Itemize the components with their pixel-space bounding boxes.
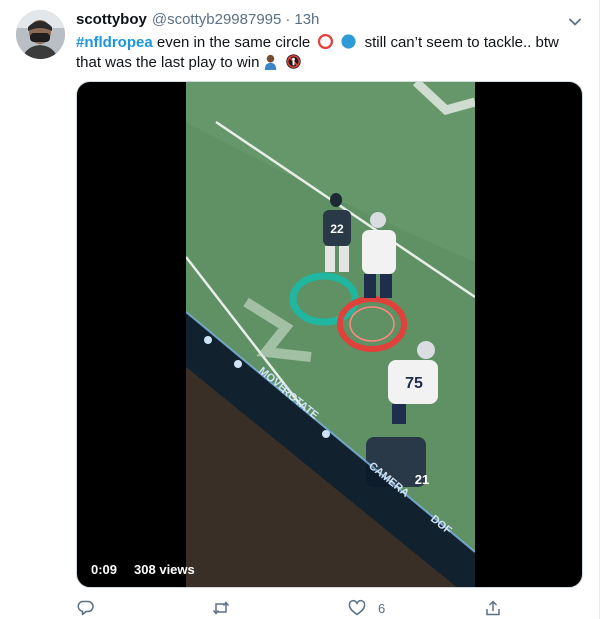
tweet-header: scottyboy @scottyb29987995 · 13h [76, 11, 319, 31]
hashtag-link[interactable]: #nfldropea [76, 34, 153, 51]
avatar[interactable] [16, 10, 65, 59]
share-icon [486, 600, 500, 616]
retweet-icon [212, 601, 230, 615]
user-handle[interactable]: @scottyb29987995 [152, 11, 282, 28]
like-button[interactable]: 6 [348, 597, 385, 619]
retweet-button[interactable] [212, 597, 230, 619]
share-button[interactable] [484, 597, 502, 619]
svg-text:21: 21 [415, 472, 429, 487]
video-player[interactable]: 22 75 21 MOVE ROTATE CAMERA DOF 0:09 308… [76, 81, 583, 588]
blue-circle-emoji [341, 34, 357, 49]
svg-text:22: 22 [330, 222, 344, 236]
like-count: 6 [378, 600, 386, 616]
reply-button[interactable] [76, 597, 94, 619]
action-bar: 6 [76, 597, 506, 619]
video-meta: 0:09 308 views [91, 562, 195, 577]
separator-dot: · [285, 11, 291, 28]
timestamp[interactable]: 13h [294, 11, 319, 28]
tweet-text-line2: that was the last play to win [76, 54, 260, 71]
like-icon [348, 599, 366, 616]
tweet-card[interactable]: scottyboy @scottyb29987995 · 13h #nfldro… [0, 0, 600, 619]
tweet-text: #nfldropea even in the same circle still… [76, 33, 586, 73]
display-name[interactable]: scottyboy [76, 11, 147, 28]
svg-text:75: 75 [405, 375, 423, 392]
red-circle-emoji [318, 33, 334, 50]
tweet-text-part1: even in the same circle [152, 34, 315, 51]
video-frame[interactable]: 22 75 21 MOVE ROTATE CAMERA DOF [186, 82, 475, 587]
video-duration: 0:09 [91, 562, 118, 577]
person-emoji [265, 54, 277, 70]
view-count: 308 views [134, 562, 195, 577]
tweet-text-part2: still can’t seem to tackle.. btw [360, 34, 559, 51]
reply-icon [77, 600, 94, 616]
no-entry-emoji [286, 54, 302, 69]
caret-down-icon[interactable] [566, 13, 584, 31]
